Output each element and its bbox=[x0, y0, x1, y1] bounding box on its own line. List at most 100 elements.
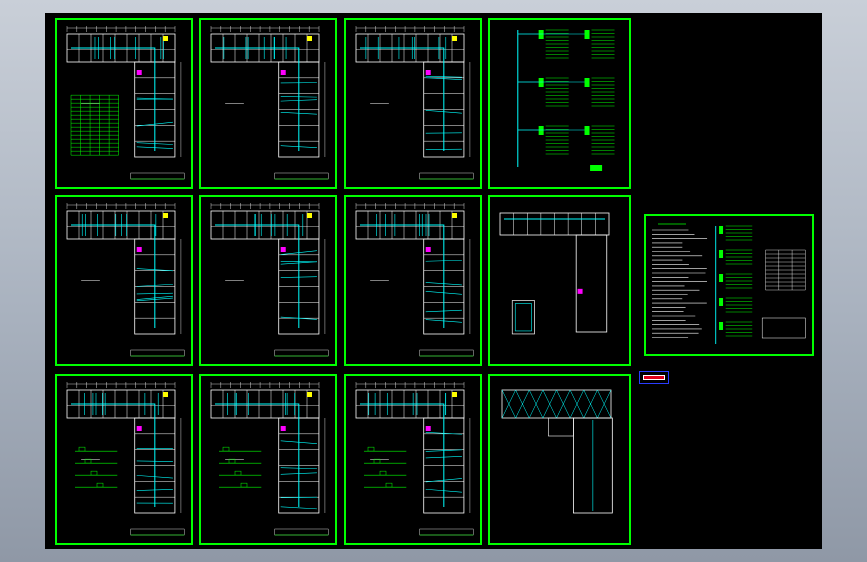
panel-block bbox=[538, 126, 544, 135]
title-block bbox=[130, 172, 185, 180]
panel-block bbox=[584, 30, 590, 39]
equipment-marker bbox=[452, 213, 457, 218]
title-block bbox=[419, 172, 474, 180]
roof-ridge bbox=[501, 389, 516, 405]
title-block bbox=[274, 528, 329, 536]
panel-block bbox=[538, 78, 544, 87]
drawing-sheet-2-2[interactable] bbox=[199, 195, 337, 366]
equipment-marker bbox=[452, 392, 457, 397]
roof-ridge bbox=[515, 389, 530, 405]
wiring-run bbox=[71, 224, 156, 328]
detail-box bbox=[96, 482, 104, 488]
title-block bbox=[274, 349, 329, 357]
equipment-marker bbox=[452, 36, 457, 41]
detail-box bbox=[379, 470, 387, 476]
panel-block bbox=[719, 274, 724, 282]
roof-ridge bbox=[542, 389, 557, 405]
floor-plan-drawing bbox=[66, 203, 185, 357]
equipment-marker bbox=[163, 213, 168, 218]
wiring-run bbox=[360, 224, 445, 328]
roof-outline bbox=[501, 389, 612, 419]
roof-ridge bbox=[569, 403, 584, 419]
panel-marker bbox=[136, 70, 142, 75]
panel-marker bbox=[280, 247, 286, 252]
roof-ridge bbox=[556, 403, 571, 419]
drawing-sheet-3-3[interactable] bbox=[344, 374, 482, 545]
roof-ridge bbox=[556, 389, 571, 405]
wiring-run bbox=[360, 47, 445, 151]
drawing-sheet-2-1[interactable] bbox=[55, 195, 193, 366]
wiring-run bbox=[360, 403, 445, 507]
panel-marker bbox=[280, 426, 286, 431]
roof-ridge bbox=[515, 403, 530, 419]
wiring-branch bbox=[280, 506, 317, 510]
equipment-marker bbox=[307, 392, 312, 397]
drawing-sheet-2-4[interactable] bbox=[488, 195, 631, 366]
building-stem bbox=[575, 234, 608, 333]
equipment-marker bbox=[163, 36, 168, 41]
riser-diagram-drawing bbox=[517, 29, 615, 171]
title-block bbox=[419, 349, 474, 357]
title-block bbox=[419, 528, 474, 536]
title-block bbox=[130, 349, 185, 357]
panel-marker bbox=[425, 426, 431, 431]
wiring-branch bbox=[136, 460, 173, 462]
floor-plan-drawing bbox=[355, 203, 474, 357]
panel-marker bbox=[136, 247, 142, 252]
roof-ridge bbox=[583, 403, 598, 419]
floor-plan-with-detail-drawing bbox=[66, 382, 185, 536]
panel-marker bbox=[425, 70, 431, 75]
legend-stamp-icon[interactable] bbox=[639, 371, 669, 384]
roof-ridge bbox=[501, 403, 516, 419]
equipment-marker bbox=[307, 36, 312, 41]
panel-block bbox=[719, 298, 724, 306]
legend-stamp-fill bbox=[643, 375, 665, 380]
detail-box bbox=[234, 470, 242, 476]
roof-plan-drawing bbox=[501, 389, 613, 514]
drawing-sheet-2-3[interactable] bbox=[344, 195, 482, 366]
drawing-sheet-3-4[interactable] bbox=[488, 374, 631, 545]
floor-plan-with-table-drawing bbox=[66, 26, 185, 180]
roof-ridge bbox=[597, 389, 612, 405]
floor-plan-with-detail-drawing bbox=[210, 382, 329, 536]
roof-ridge bbox=[542, 403, 557, 419]
wiring-branch bbox=[280, 96, 317, 98]
detail-box bbox=[222, 446, 230, 452]
detail-box bbox=[90, 470, 98, 476]
title-block bbox=[761, 317, 806, 339]
drawing-sheet-1-2[interactable] bbox=[199, 18, 337, 189]
detail-box bbox=[240, 482, 248, 488]
panel-block bbox=[719, 250, 724, 258]
detail-box bbox=[367, 446, 375, 452]
panel-block bbox=[719, 322, 724, 330]
drawing-sheet-1-4[interactable] bbox=[488, 18, 631, 189]
equipment-marker bbox=[163, 392, 168, 397]
title-block bbox=[130, 528, 185, 536]
panel-block bbox=[584, 126, 590, 135]
floor-plan-drawing bbox=[355, 26, 474, 180]
drawing-sheet-notes[interactable] bbox=[644, 214, 814, 356]
panel-marker bbox=[280, 70, 286, 75]
floor-plan-drawing bbox=[210, 203, 329, 357]
drawing-sheet-1-1[interactable] bbox=[55, 18, 193, 189]
panel-marker bbox=[136, 426, 142, 431]
title-marker bbox=[590, 165, 603, 171]
roof-ridge bbox=[569, 389, 584, 405]
detail-box bbox=[78, 446, 86, 452]
partial-plan-drawing bbox=[499, 212, 610, 335]
drawing-sheet-1-3[interactable] bbox=[344, 18, 482, 189]
roof-ridge bbox=[597, 403, 612, 419]
floor-plan-drawing bbox=[210, 26, 329, 180]
drawing-canvas[interactable] bbox=[45, 13, 822, 549]
wiring-branch bbox=[136, 292, 173, 295]
panel-block bbox=[538, 30, 544, 39]
detail-wiring bbox=[514, 303, 532, 332]
notes-and-schedule-drawing bbox=[652, 223, 806, 344]
panel-marker bbox=[577, 288, 583, 294]
wiring-run bbox=[215, 224, 300, 328]
panel-block bbox=[719, 226, 724, 234]
title-block bbox=[274, 172, 329, 180]
drawing-sheet-3-2[interactable] bbox=[199, 374, 337, 545]
drawing-sheet-3-1[interactable] bbox=[55, 374, 193, 545]
panel-block bbox=[584, 78, 590, 87]
